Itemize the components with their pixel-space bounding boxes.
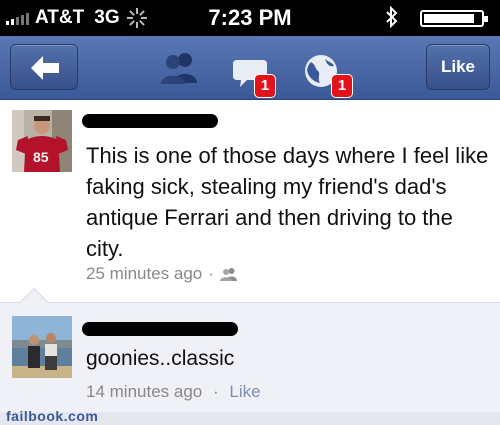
post: 85 This is one of those days where I fee…: [0, 100, 500, 302]
comment-author-photo: [12, 316, 72, 378]
post-author-photo: 85: [12, 110, 72, 172]
watermark: failbook.com: [6, 408, 99, 424]
comment-timestamp: 14 minutes ago: [86, 382, 203, 401]
post-meta: 25 minutes ago ·: [86, 264, 238, 284]
comment: goonies..classic 14 minutes ago · Like: [0, 303, 500, 412]
bluetooth-icon: [386, 6, 398, 28]
avatar[interactable]: [12, 316, 72, 378]
like-page-button[interactable]: Like: [426, 44, 490, 90]
comment-author-name-redacted: [82, 322, 238, 336]
post-author-name-redacted: [82, 114, 218, 128]
status-bar: AT&T 3G 7:23 PM: [0, 0, 500, 36]
avatar[interactable]: 85: [12, 110, 72, 172]
back-arrow-icon: [31, 56, 59, 80]
post-timestamp[interactable]: 25 minutes ago: [86, 264, 202, 284]
meta-separator: ·: [208, 264, 214, 283]
friends-privacy-icon: [219, 268, 237, 281]
post-text: This is one of those days where I feel l…: [86, 143, 489, 261]
meta-separator: ·: [212, 382, 219, 401]
nav-bar: 1 1 Like: [0, 36, 500, 100]
back-button[interactable]: [10, 44, 78, 90]
comment-like-link[interactable]: Like: [229, 382, 260, 401]
friend-requests-icon[interactable]: [158, 51, 200, 85]
comment-meta: 14 minutes ago · Like: [86, 382, 261, 402]
messages-badge: 1: [254, 74, 276, 98]
comment-text: goonies..classic: [86, 347, 235, 370]
jersey-number: 85: [33, 149, 49, 165]
battery-icon: [420, 10, 488, 27]
notifications-badge: 1: [331, 74, 353, 98]
